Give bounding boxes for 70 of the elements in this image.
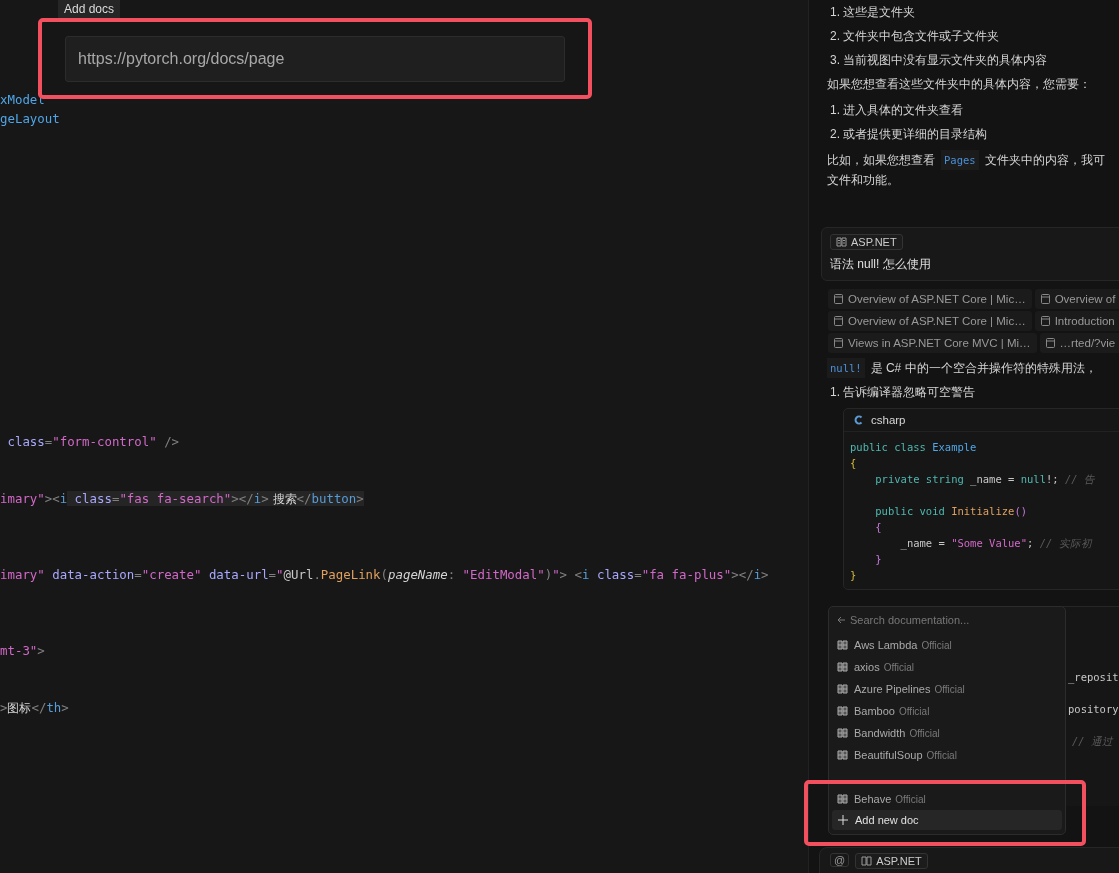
list-item: 1. 这些是文件夹	[829, 4, 917, 21]
code-line: {	[850, 456, 857, 471]
list-item: 1. 进入具体的文件夹查看	[829, 102, 965, 119]
code-line: >图标</th>	[0, 699, 69, 717]
book-icon	[837, 640, 848, 650]
context-chip[interactable]: ASP.NET	[830, 234, 903, 250]
page-icon	[834, 338, 843, 348]
code-line: imary"><i class="fas fa-search"></i> 搜索</button>	[0, 490, 364, 508]
paragraph-text: 比如，如果您想查看	[827, 152, 935, 169]
doc-item[interactable]: Bamboo Official	[832, 700, 1062, 722]
url-field[interactable]: https://pytorch.org/docs/page	[65, 35, 565, 82]
source-chip[interactable]: Views in ASP.NET Core MVC | Mi…	[828, 333, 1037, 353]
code-line: public void Initialize()	[874, 504, 1028, 519]
book-icon	[837, 706, 848, 716]
book-icon	[837, 684, 848, 694]
code-line: imary" data-action="create" data-url="@Url.PageLink(pageName: "EditModal")"> <i class="fa fa-plus"></i>	[0, 566, 769, 584]
query-text: 语法 null! 怎么使用	[830, 256, 932, 273]
code-line: xModel	[0, 91, 45, 109]
doc-item[interactable]: Behave Official	[832, 788, 1062, 810]
language-label: csharp	[871, 414, 906, 426]
code-line: _reposit	[1068, 670, 1119, 685]
mention-button[interactable]: @	[830, 853, 850, 867]
plus-icon	[838, 815, 848, 825]
source-chip[interactable]: Overview of	[1034, 289, 1119, 309]
add-doc-item[interactable]: Add new doc	[832, 810, 1062, 830]
doc-item[interactable]: Azure Pipelines Official	[832, 678, 1062, 700]
book-icon	[836, 237, 847, 247]
paragraph-text: 文件夹中的内容，我可	[984, 152, 1105, 169]
code-line: pository	[1068, 702, 1119, 717]
page-icon	[1040, 294, 1050, 304]
source-chip[interactable]: Overview of ASP.NET Core | Mic…	[828, 311, 1032, 331]
book-icon	[861, 856, 873, 866]
tooltip: Add docs	[58, 0, 121, 18]
doc-item[interactable]: Aws Lambda Official	[832, 634, 1062, 656]
code-line: {	[874, 520, 882, 535]
inline-code: Pages	[941, 150, 979, 170]
inline-code: null!	[827, 358, 865, 378]
paragraph-text: 文件和功能。	[827, 172, 900, 189]
source-chip[interactable]: Overview of ASP.NET Core | Mic…	[828, 289, 1032, 309]
page-icon	[834, 316, 843, 326]
doc-item[interactable]: Bandwidth Official	[832, 722, 1062, 744]
context-chip[interactable]: ASP.NET	[855, 853, 928, 869]
csharp-icon	[854, 415, 864, 425]
doc-item[interactable]: axios Official	[832, 656, 1062, 678]
doc-item[interactable]: BeautifulSoup Official	[832, 744, 1062, 766]
source-chip[interactable]: …rted/?vie	[1039, 333, 1119, 353]
book-icon	[837, 794, 848, 804]
search-field[interactable]: Search documentation...	[832, 613, 1062, 634]
code-line: mt-3">	[0, 642, 45, 660]
code-line: }	[874, 552, 882, 567]
code-line: private string _name = null!; // 告	[874, 472, 1095, 487]
book-icon	[837, 750, 848, 760]
page-icon	[1045, 338, 1055, 348]
code-line: geLayout	[0, 110, 60, 128]
code-line: }	[850, 568, 857, 583]
code-line: class="form-control" />	[6, 433, 180, 451]
page-icon	[1040, 316, 1050, 326]
code-line: // 通过	[1072, 734, 1113, 749]
source-chip[interactable]: Introduction	[1034, 311, 1119, 331]
paragraph: 如果您想查看这些文件夹中的具体内容，您需要：	[827, 76, 1092, 93]
list-item: 3. 当前视图中没有显示文件夹的具体内容	[829, 52, 1049, 69]
back-arrow-icon	[837, 616, 846, 624]
paragraph-text: 是 C# 中的一个空合并操作符的特殊用法，	[870, 360, 1097, 377]
list-item: 2. 文件夹中包含文件或子文件夹	[829, 28, 1001, 45]
page-icon	[834, 294, 843, 304]
code-line: public class Example	[850, 440, 977, 455]
book-icon	[837, 662, 848, 672]
book-icon	[837, 728, 848, 738]
list-item: 1. 告诉编译器忽略可空警告	[829, 384, 977, 401]
list-item: 2. 或者提供更详细的目录结构	[829, 126, 989, 143]
